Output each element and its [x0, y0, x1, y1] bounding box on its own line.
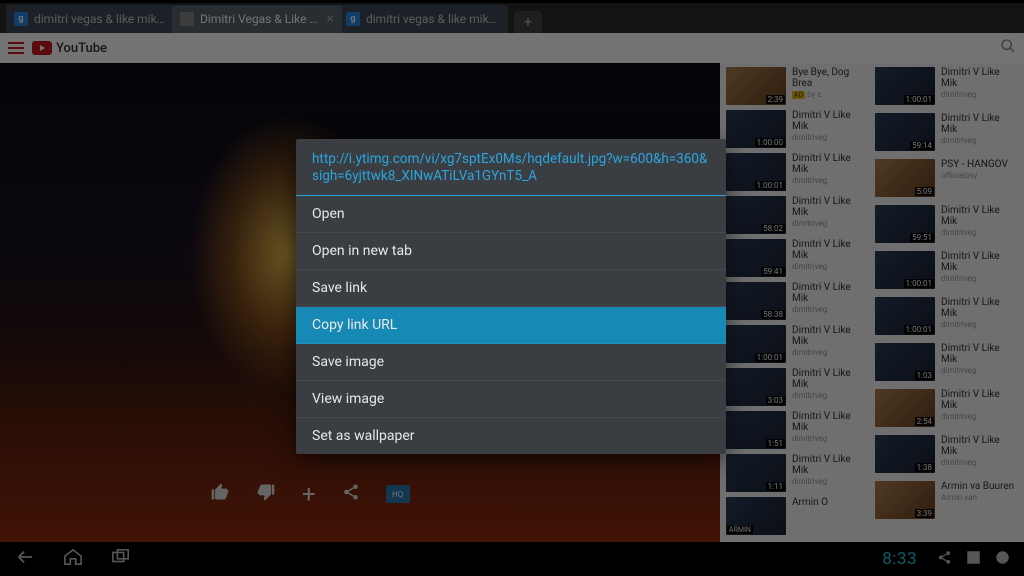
context-menu-item[interactable]: View image — [296, 381, 726, 418]
context-menu: http://i.ytimg.com/vi/xg7sptEx0Ms/hqdefa… — [296, 139, 726, 454]
context-menu-item[interactable]: Open — [296, 196, 726, 233]
context-menu-item[interactable]: Save link — [296, 270, 726, 307]
context-menu-item[interactable]: Set as wallpaper — [296, 418, 726, 454]
context-menu-item[interactable]: Open in new tab — [296, 233, 726, 270]
context-menu-item[interactable]: Copy link URL — [296, 307, 726, 344]
context-menu-url: http://i.ytimg.com/vi/xg7sptEx0Ms/hqdefa… — [296, 139, 726, 196]
context-menu-item[interactable]: Save image — [296, 344, 726, 381]
